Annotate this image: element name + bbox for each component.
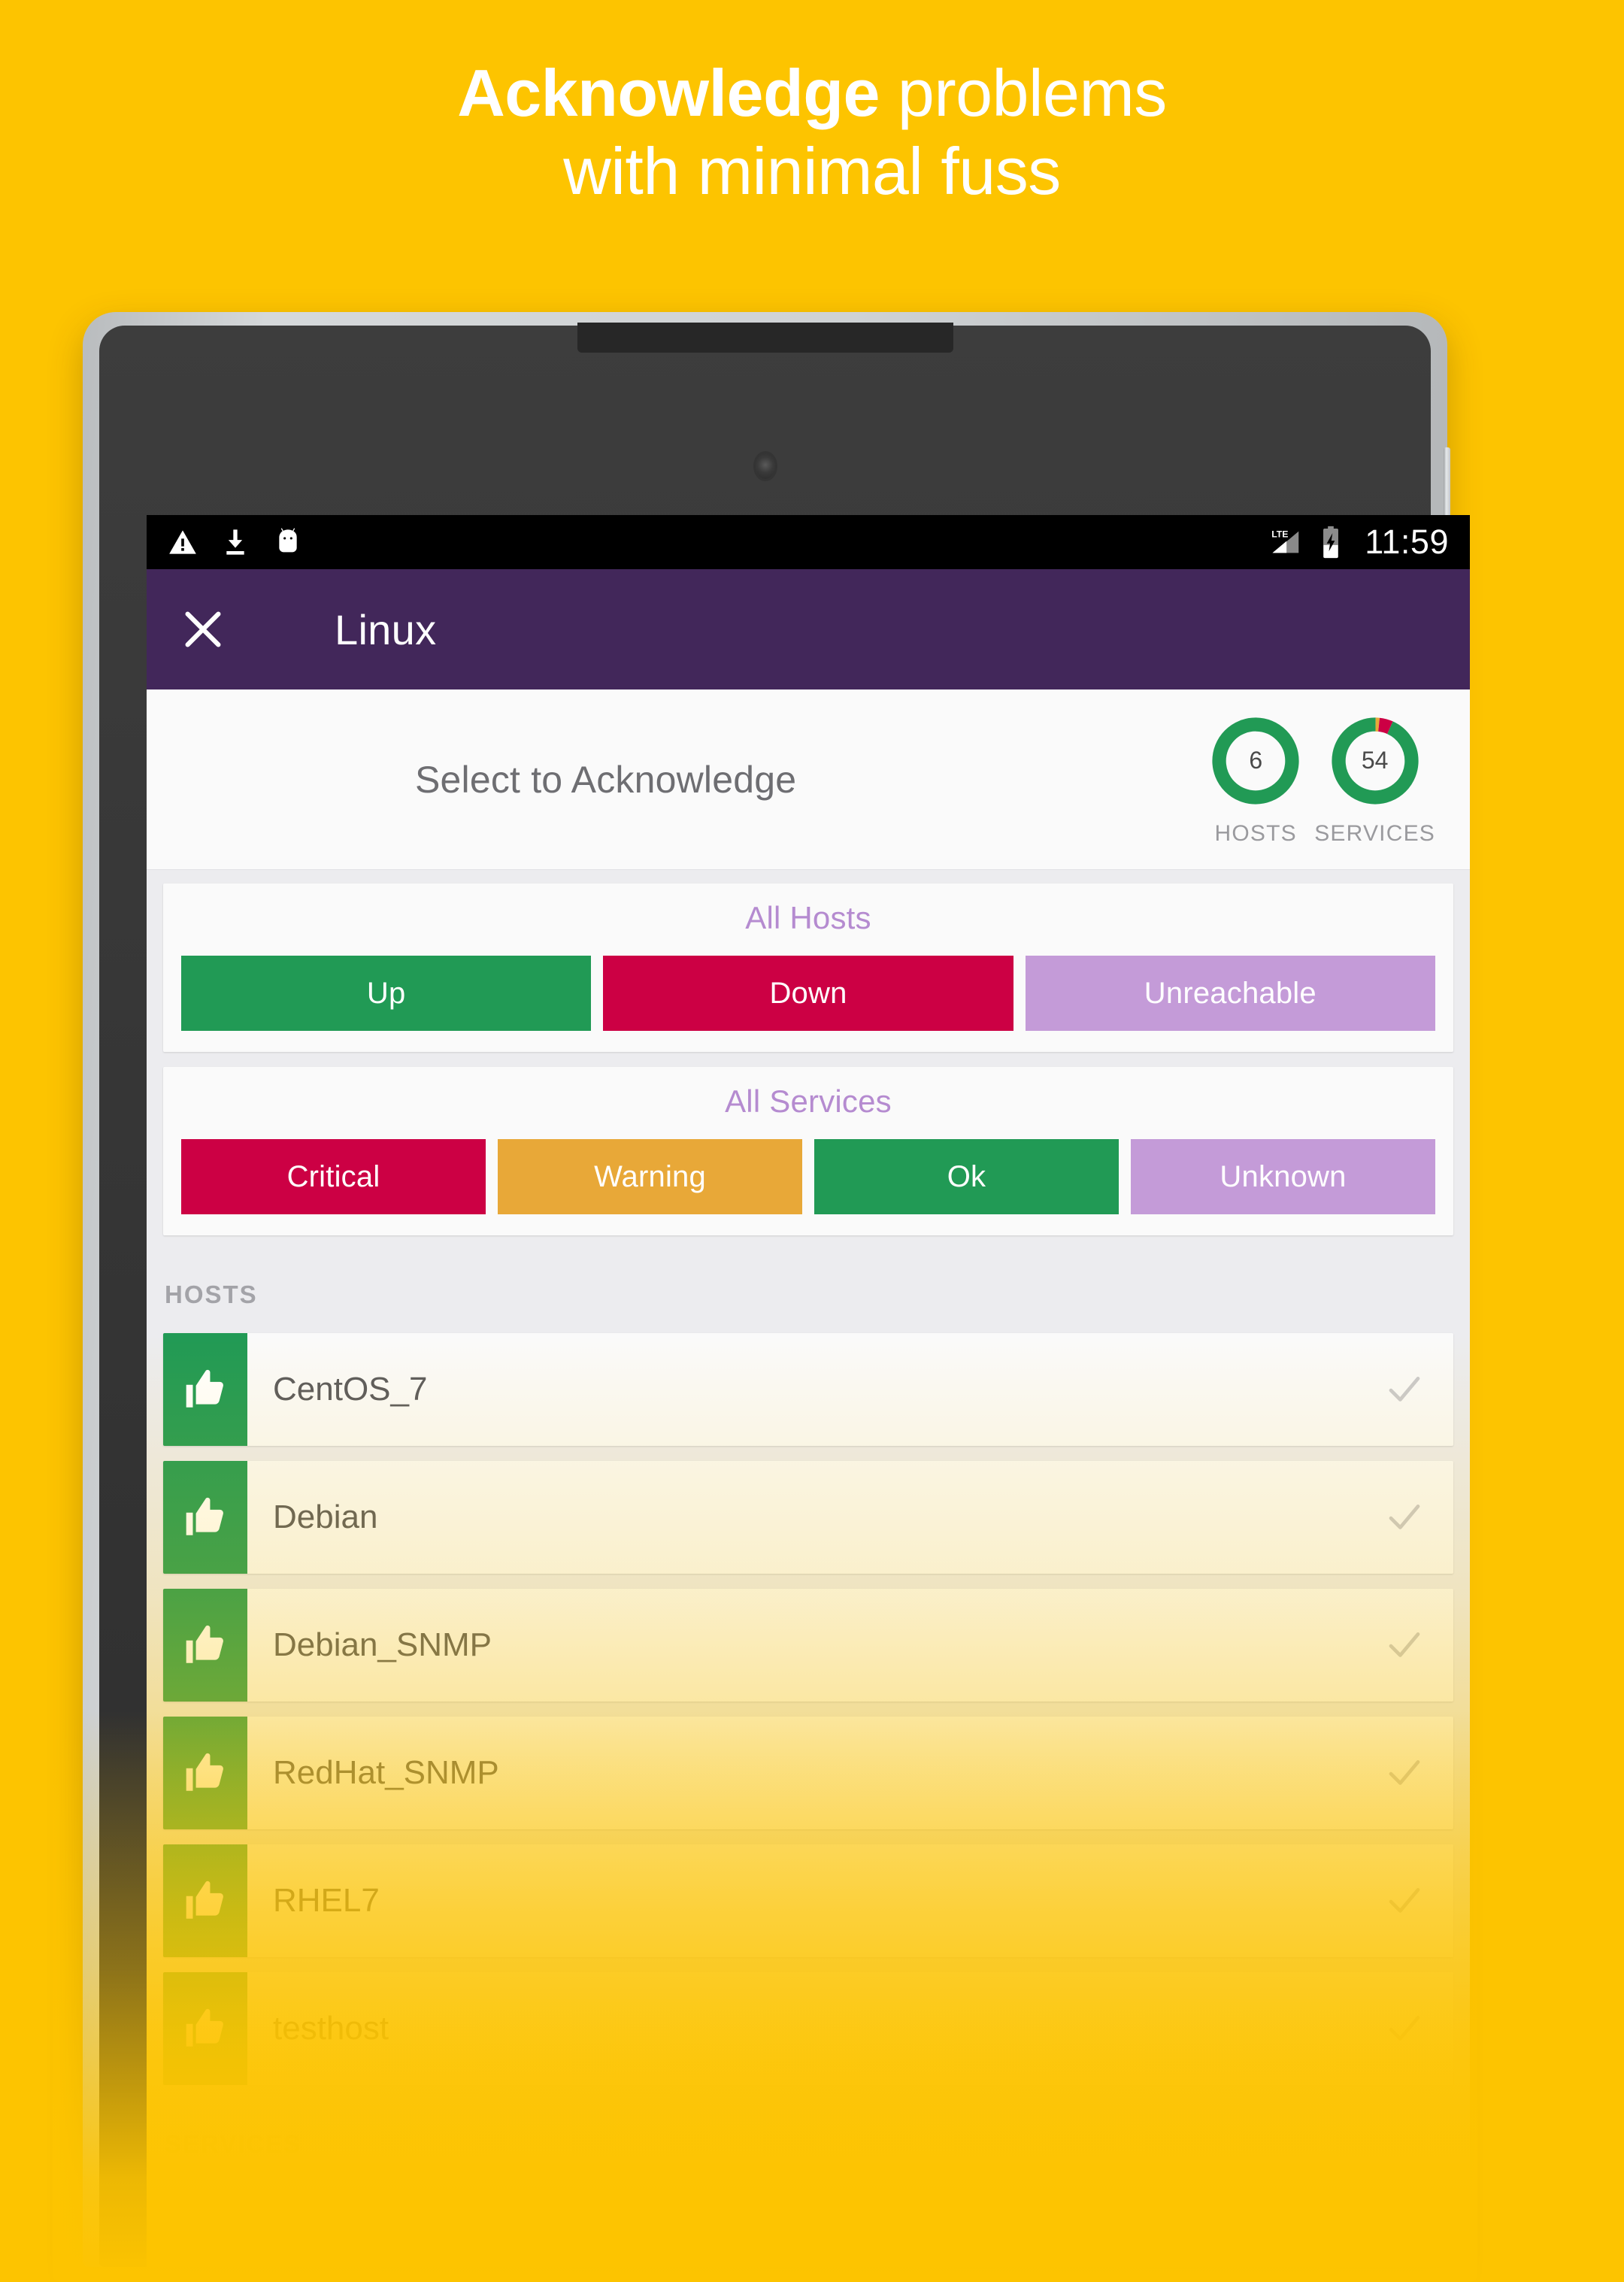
table-row[interactable]: RHEL7 [163,1844,1453,1957]
services-section-header: SERVICES [165,2130,302,2158]
thumbs-up-icon [186,1880,223,1919]
thumbs-up-icon [186,1369,223,1408]
host-check-cell[interactable] [1356,1972,1453,2085]
services-donut-value: 54 [1361,747,1389,774]
device-screen: LTE 11:59 Linux Select to Acknowledge 6 … [147,515,1470,2267]
host-status-flag [163,1461,247,1574]
android-status-bar: LTE 11:59 [147,515,1470,569]
host-status-flag [163,1972,247,2085]
thumbs-up-icon [186,1497,223,1535]
service-filter-critical-button[interactable]: Critical [181,1139,486,1214]
status-bar-right-icons: LTE 11:59 [1268,523,1449,562]
table-row[interactable]: testhost [163,1972,1453,2085]
thumbs-up-icon [186,1753,223,1791]
all-hosts-filter-card: All Hosts Up Down Unreachable [163,883,1453,1052]
hosts-donut-value: 6 [1249,747,1263,774]
close-icon[interactable] [177,603,229,656]
host-name: RHEL7 [273,1882,380,1919]
filter-cards: All Hosts Up Down Unreachable All Servic… [147,870,1470,1235]
all-hosts-title: All Hosts [745,900,871,935]
svg-text:LTE: LTE [1271,529,1288,539]
promo-strong-word: Acknowledge [457,56,880,130]
services-donut-chart: 54 [1327,713,1423,809]
all-hosts-buttons: Up Down Unreachable [181,956,1435,1031]
host-check-cell[interactable] [1356,1461,1453,1574]
host-filter-unreachable-button[interactable]: Unreachable [1025,956,1435,1031]
select-to-acknowledge-row: Select to Acknowledge 6 HOSTS 54 SERVICE… [147,689,1470,870]
promo-line-2: with minimal fuss [563,133,1061,208]
hosts-section-header: HOSTS [165,1280,258,1308]
check-icon [1389,1888,1420,1913]
all-services-filter-card: All Services Critical Warning Ok Unknown [163,1067,1453,1235]
host-status-flag [163,1333,247,1446]
promo-headline: Acknowledge problems with minimal fuss [0,0,1624,301]
host-filter-down-button[interactable]: Down [603,956,1013,1031]
hosts-donut-group[interactable]: 6 HOSTS [1207,713,1304,847]
host-name: RedHat_SNMP [273,1754,499,1791]
host-name: CentOS_7 [273,1371,428,1408]
tablet-device: LTE 11:59 Linux Select to Acknowledge 6 … [53,312,1477,2282]
check-icon [1389,1505,1420,1529]
hosts-donut-chart: 6 [1207,713,1304,809]
host-name: Debian_SNMP [273,1626,492,1663]
device-top-notch [577,323,953,353]
battery-charging-icon [1323,526,1339,559]
status-bar-clock: 11:59 [1365,523,1449,561]
all-services-buttons: Critical Warning Ok Unknown [181,1139,1435,1214]
lte-signal-icon: LTE [1271,529,1299,553]
warning-triangle-icon [169,530,196,554]
hosts-list: CentOS_7 Debian Debian_SNMP RedHat_SNMP … [147,1333,1470,2085]
app-bar-title: Linux [335,605,437,653]
host-check-cell[interactable] [1356,1589,1453,1702]
check-icon [1389,1377,1420,1402]
download-icon [226,529,244,555]
service-filter-ok-button[interactable]: Ok [814,1139,1119,1214]
status-bar-left-icons [168,527,303,557]
app-bar: Linux [147,569,1470,689]
front-camera-icon [755,453,775,479]
host-status-flag [163,1717,247,1829]
thumbs-up-icon [186,1625,223,1663]
android-bugdroid-icon [279,528,297,553]
host-check-cell[interactable] [1356,1333,1453,1446]
all-services-title: All Services [725,1083,892,1119]
check-icon [1389,2016,1420,2041]
services-donut-group[interactable]: 54 SERVICES [1314,713,1435,847]
host-name: Debian [273,1499,378,1535]
table-row[interactable]: Debian_SNMP [163,1589,1453,1702]
check-icon [1389,1632,1420,1657]
promo-line-1-rest: problems [879,56,1167,130]
table-row[interactable]: RedHat_SNMP [163,1717,1453,1829]
hosts-donut-label: HOSTS [1214,820,1297,846]
check-icon [1389,1760,1420,1785]
select-to-acknowledge-label: Select to Acknowledge [414,758,797,801]
host-status-flag [163,1589,247,1702]
service-filter-warning-button[interactable]: Warning [498,1139,802,1214]
host-filter-up-button[interactable]: Up [181,956,592,1031]
thumbs-up-icon [186,2008,223,2047]
promo-line-1: Acknowledge problems [457,54,1167,132]
service-filter-unknown-button[interactable]: Unknown [1131,1139,1435,1214]
summary-donuts: 6 HOSTS 54 SERVICES [1207,713,1435,847]
host-status-flag [163,1844,247,1957]
host-check-cell[interactable] [1356,1717,1453,1829]
services-donut-label: SERVICES [1314,820,1435,846]
host-check-cell[interactable] [1356,1844,1453,1957]
table-row[interactable]: Debian [163,1461,1453,1574]
table-row[interactable]: CentOS_7 [163,1333,1453,1446]
host-name: testhost [273,2010,389,2047]
